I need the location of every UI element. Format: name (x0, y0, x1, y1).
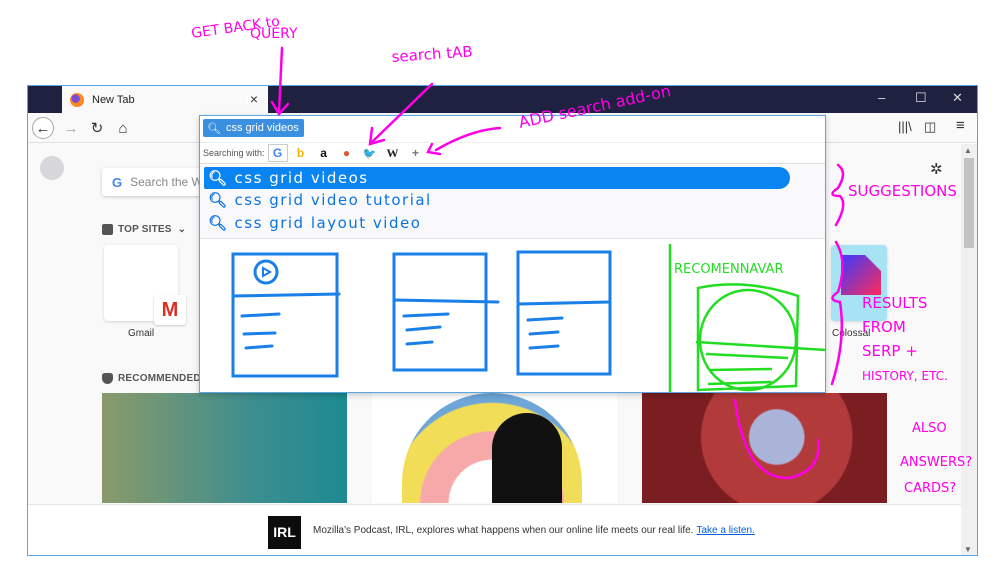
suggestion-text: css grid layout video (234, 214, 422, 232)
minimize-button[interactable]: – (878, 90, 885, 105)
maximize-button[interactable]: ☐ (915, 90, 927, 106)
suggestion-text: css grid videos (234, 169, 369, 187)
story-card-image[interactable] (102, 393, 347, 503)
engine-google-icon[interactable]: G (267, 144, 288, 162)
suggestion-item[interactable]: 🔍︎ css grid video tutorial (204, 189, 432, 211)
suggestion-list: 🔍︎ css grid videos 🔍︎ css grid video tut… (200, 165, 825, 239)
scrollbar[interactable]: ▲ ▼ (961, 144, 977, 555)
top-site-label: Gmail (128, 328, 155, 339)
take-a-listen-link[interactable]: Take a listen. (696, 525, 754, 536)
firefox-logo (40, 156, 64, 180)
scroll-down-icon[interactable]: ▼ (964, 545, 972, 554)
suggestion-item[interactable]: 🔍︎ css grid layout video (204, 212, 421, 234)
search-icon: 🔍︎ (208, 191, 229, 209)
search-icon: 🔍︎ (207, 122, 221, 135)
scrollbar-thumb[interactable] (964, 158, 974, 248)
top-sites-heading[interactable]: TOP SITES ⌄ (102, 224, 186, 235)
story-card-image[interactable] (642, 393, 887, 503)
recommended-heading: RECOMMENDED (102, 373, 201, 384)
gmail-icon: M (154, 295, 186, 325)
query-chip[interactable]: 🔍︎ css grid videos (203, 119, 304, 137)
tab-bar: New Tab × + – ☐ ✕ (28, 86, 977, 113)
scroll-up-icon[interactable]: ▲ (964, 146, 972, 155)
engine-twitter-icon[interactable]: 🐦 (360, 144, 380, 162)
irl-podcast-icon: IRL (268, 516, 301, 549)
engine-bing-icon[interactable]: b (291, 144, 311, 162)
back-button[interactable]: ← (32, 117, 54, 139)
menu-icon[interactable]: ≡ (956, 117, 965, 134)
new-tab-button[interactable]: + (242, 89, 253, 110)
reload-button[interactable]: ↻ (86, 117, 108, 139)
results-sketch: RECOMENNAVAR (231, 244, 827, 392)
home-button[interactable]: ⌂ (112, 117, 134, 139)
recommendation-label: RECOMENNAVAR (674, 262, 783, 277)
search-placeholder: Search the W (130, 175, 203, 189)
firefox-icon (70, 92, 84, 107)
suggestion-text: css grid video tutorial (234, 191, 432, 209)
search-engine-bar: Searching with: Gb a ● 🐦 W + (200, 142, 825, 164)
engine-wikipedia-icon[interactable]: W (383, 144, 403, 162)
recommended-label: RECOMMENDED (118, 373, 201, 384)
searching-with-label: Searching with: (203, 148, 265, 158)
suggestion-item[interactable]: 🔍︎ css grid videos (204, 167, 790, 189)
top-sites-label: TOP SITES (118, 224, 172, 235)
sidebar-icon[interactable]: ◫ (924, 119, 936, 135)
grid-icon (102, 224, 113, 235)
search-icon: 🔍︎ (208, 169, 229, 187)
search-icon: 🔍︎ (208, 214, 229, 232)
result-card-sketch (516, 250, 612, 376)
snippet-text: Mozilla's Podcast, IRL, explores what ha… (313, 525, 755, 536)
story-card-image[interactable] (372, 393, 617, 503)
close-window-button[interactable]: ✕ (952, 90, 963, 106)
forward-button[interactable]: → (60, 117, 82, 139)
search-popup: 🔍︎ css grid videos Searching with: Gb a ● 🐦… (199, 115, 827, 394)
tab-new-tab[interactable]: New Tab × (62, 86, 268, 113)
engine-add-engine-icon[interactable]: + (406, 144, 426, 162)
query-text: css grid videos (225, 122, 299, 134)
engine-duckduckgo-icon[interactable]: ● (337, 144, 357, 162)
result-card-sketch (392, 252, 500, 372)
illustration-hair (492, 413, 562, 503)
result-card-sketch (231, 252, 341, 378)
google-icon: G (112, 174, 123, 190)
top-site-label: Colossal (832, 328, 871, 339)
colossal-logo (841, 255, 881, 295)
annotation-get-back: GET BACK to (190, 14, 280, 42)
tab-title: New Tab (92, 93, 135, 106)
snippet-banner: IRL Mozilla's Podcast, IRL, explores wha… (28, 504, 977, 555)
top-site-colossal[interactable] (831, 245, 887, 321)
results-area: RECOMENNAVAR (200, 240, 827, 394)
engine-amazon-icon[interactable]: a (314, 144, 334, 162)
annotation-search-tab: search tAB (391, 42, 473, 66)
chevron-down-icon[interactable]: ⌄ (178, 224, 187, 235)
pocket-icon (102, 373, 113, 384)
annotation-query: QUERY (250, 26, 298, 42)
snippet-message: Mozilla's Podcast, IRL, explores what ha… (313, 525, 694, 536)
top-site-gmail[interactable]: M (104, 245, 186, 325)
library-icon[interactable]: |||\ (898, 119, 912, 134)
gear-icon[interactable]: ✲ (930, 160, 943, 178)
